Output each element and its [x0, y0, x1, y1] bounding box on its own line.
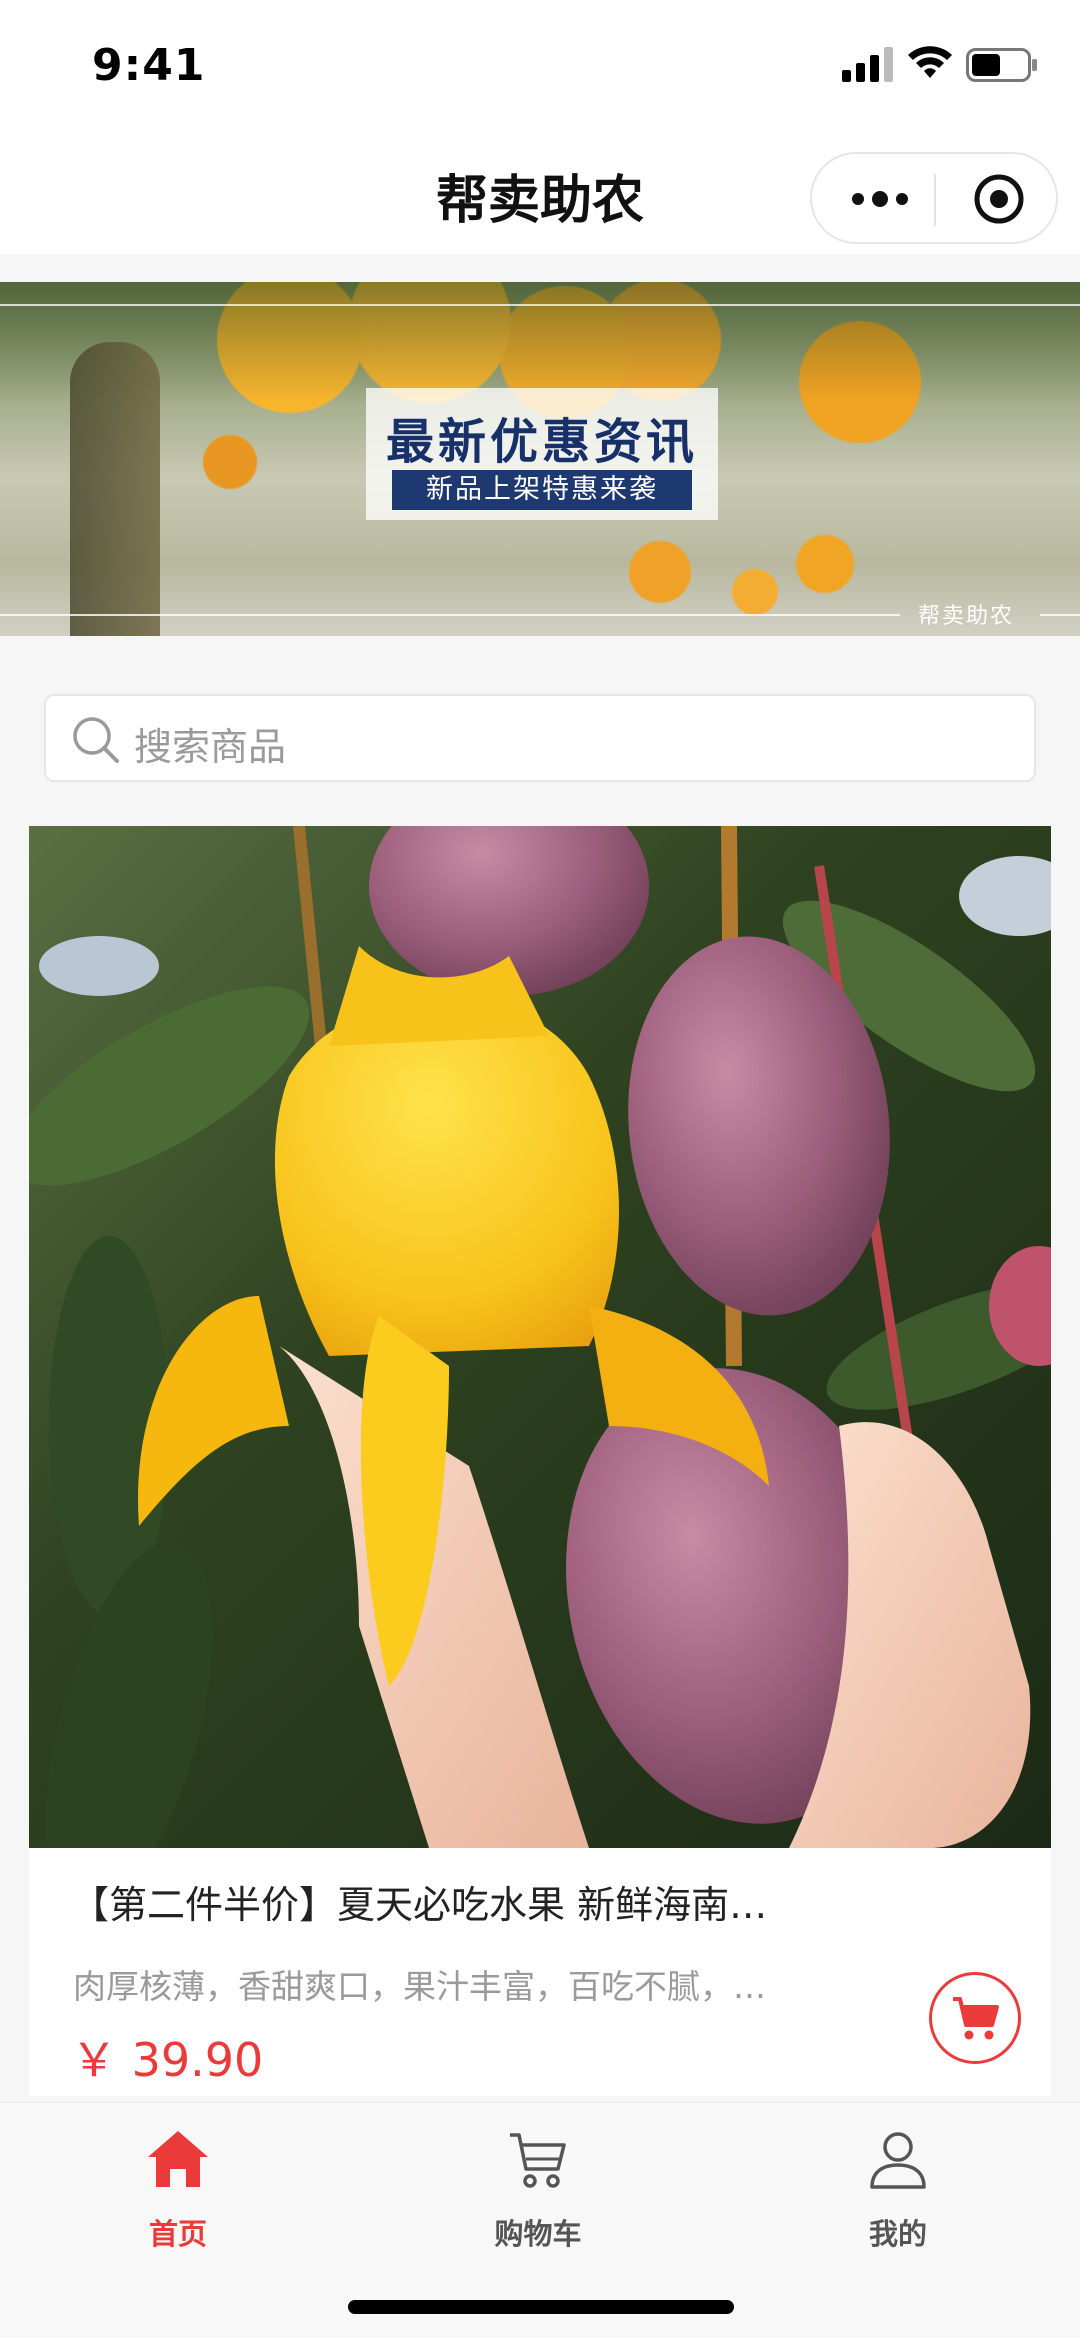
status-time: 9:41 — [92, 40, 206, 91]
search-icon — [73, 717, 119, 763]
mini-program-capsule — [810, 152, 1058, 244]
home-icon — [148, 2131, 208, 2187]
user-icon — [870, 2132, 926, 2189]
cart-icon — [510, 2133, 566, 2188]
product-card[interactable]: 【第二件半价】夏天必吃水果 新鲜海南… 肉厚核薄，香甜爽口，果汁丰富，百吃不腻，… — [29, 826, 1051, 2096]
search-placeholder: 搜索商品 — [134, 725, 287, 769]
product-title[interactable]: 【第二件半价】夏天必吃水果 新鲜海南… — [71, 1874, 971, 1929]
banner-subtitle: 新品上架特惠来袭 — [392, 470, 692, 510]
tab-me-label: 我的 — [868, 2217, 927, 2251]
banner-watermark: 帮卖助农 — [918, 604, 1015, 629]
banner-divider — [0, 614, 900, 616]
promo-banner[interactable]: 最新优惠资讯 新品上架特惠来袭 帮卖助农 — [0, 282, 1080, 636]
banner-foliage — [0, 282, 1080, 402]
product-description: 肉厚核薄，香甜爽口，果汁丰富，百吃不腻，… — [73, 1967, 766, 2006]
tab-me[interactable]: 我的 — [798, 2123, 998, 2253]
status-bar: 9:41 — [0, 0, 1080, 130]
banner-headline: 最新优惠资讯 — [385, 414, 698, 470]
target-icon[interactable] — [972, 172, 1026, 226]
add-to-cart-button[interactable] — [929, 1972, 1021, 2064]
search-input[interactable]: 搜索商品 — [44, 694, 1036, 782]
tab-home[interactable]: 首页 — [78, 2123, 278, 2253]
nav-bar: 帮卖助农 — [0, 130, 1080, 254]
wifi-icon — [908, 46, 952, 78]
product-image[interactable] — [29, 826, 1051, 1848]
cart-icon — [953, 1997, 999, 2040]
product-price: ￥ 39.90 — [71, 2033, 264, 2087]
banner-tree-trunk — [70, 342, 160, 636]
tab-cart-label: 购物车 — [494, 2217, 582, 2251]
battery-icon — [966, 48, 1037, 82]
signal-icon — [842, 47, 893, 82]
banner-divider — [0, 304, 1080, 306]
tab-home-label: 首页 — [148, 2217, 207, 2251]
capsule-divider — [934, 174, 936, 226]
more-dots-icon[interactable] — [848, 184, 912, 214]
banner-headline-card: 最新优惠资讯 新品上架特惠来袭 — [366, 388, 718, 520]
tab-cart[interactable]: 购物车 — [438, 2123, 638, 2253]
home-indicator — [348, 2300, 734, 2314]
banner-divider — [1040, 614, 1080, 616]
